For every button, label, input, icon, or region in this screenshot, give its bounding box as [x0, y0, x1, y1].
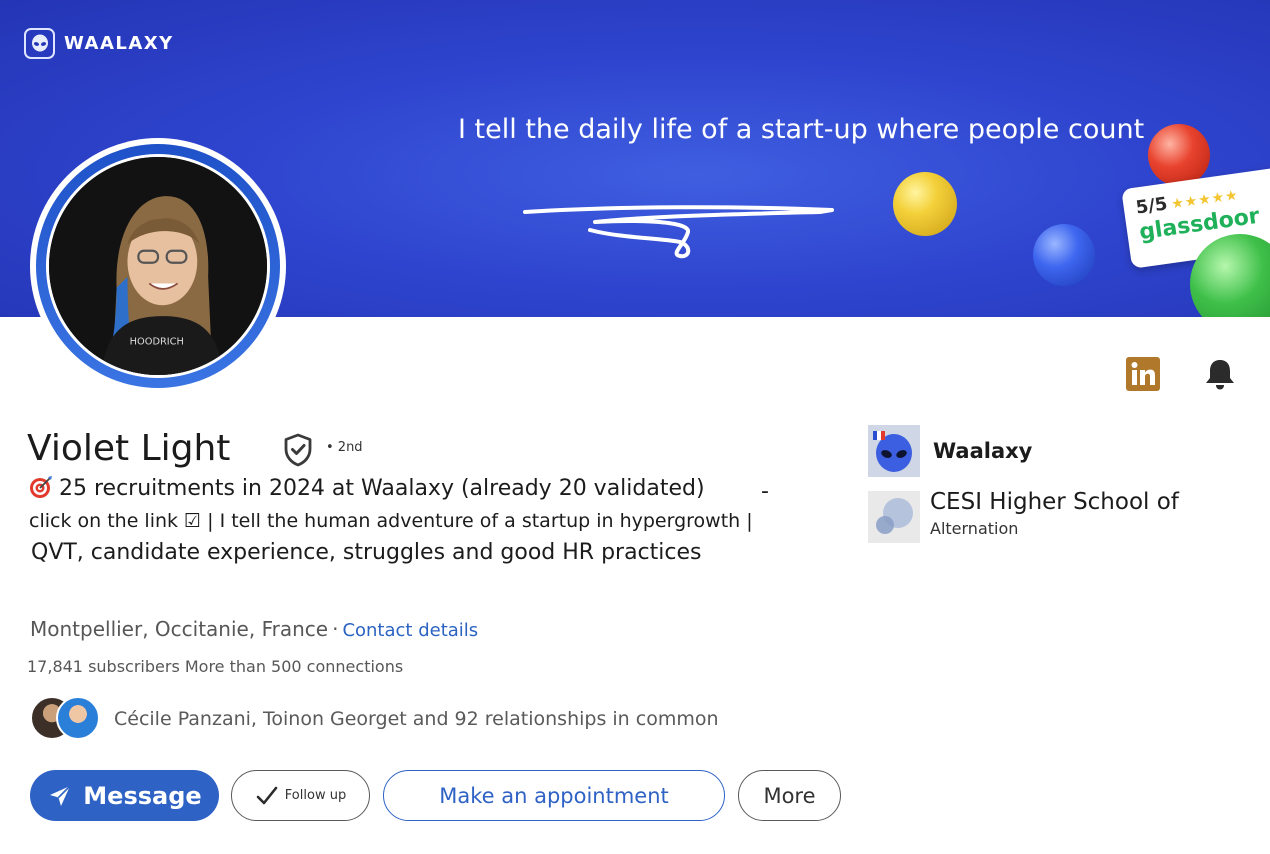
brand: WAALAXY — [24, 28, 174, 59]
mutual-connections[interactable]: Cécile Panzani, Toinon Georget and 92 re… — [30, 696, 719, 742]
location-text: Montpellier, Occitanie, France — [30, 617, 329, 641]
follow-label: Follow up — [284, 788, 347, 803]
profile-photo: HOODRICH — [46, 154, 270, 378]
headline-line-3: QVT, candidate experience, struggles and… — [31, 540, 702, 565]
more-button[interactable]: More — [738, 770, 841, 821]
red-ball-decoration — [1148, 124, 1210, 186]
education-cesi[interactable]: CESI Higher School of Alternation — [868, 489, 1179, 543]
brand-name: WAALAXY — [64, 33, 174, 54]
location-separator: · — [332, 617, 339, 641]
mutual-connections-text: Cécile Panzani, Toinon Georget and 92 re… — [114, 708, 719, 730]
profile-stats[interactable]: 17,841 subscribers More than 500 connect… — [27, 657, 403, 676]
headline-line-1: 25 recruitments in 2024 at Waalaxy (alre… — [59, 476, 705, 501]
waalaxy-alien-icon — [24, 28, 55, 59]
follow-button[interactable]: Follow up — [231, 770, 370, 821]
target-dart-icon — [30, 476, 52, 498]
banner-tagline: I tell the daily life of a start-up wher… — [458, 114, 1145, 145]
contact-details-link[interactable]: Contact details — [342, 620, 478, 641]
make-appointment-button[interactable]: Make an appointment — [383, 770, 725, 821]
message-label: Message — [83, 781, 202, 810]
scribble-underline-icon — [523, 205, 834, 259]
checkmark-icon — [256, 786, 278, 804]
person-portrait-icon: HOODRICH — [49, 157, 267, 375]
linkedin-icon[interactable] — [1126, 357, 1160, 391]
current-company-waalaxy[interactable]: Waalaxy — [868, 425, 1032, 477]
bell-icon[interactable] — [1202, 356, 1238, 392]
cesi-logo-icon — [868, 491, 920, 543]
send-icon — [50, 784, 71, 806]
connection-degree: • 2nd — [326, 440, 363, 455]
yellow-ball-decoration — [893, 172, 957, 236]
rating-score: 5/5 — [1134, 193, 1169, 219]
school-name: CESI Higher School of — [930, 489, 1179, 515]
verified-shield-icon[interactable] — [282, 432, 314, 468]
waalaxy-logo-icon — [868, 425, 920, 477]
headline-line-2: click on the link ☑ | I tell the human a… — [29, 510, 753, 532]
avatar — [56, 696, 100, 740]
profile-avatar[interactable]: HOODRICH — [30, 138, 286, 394]
profile-name: Violet Light — [27, 428, 231, 469]
mutual-avatars — [30, 696, 102, 742]
svg-text:HOODRICH: HOODRICH — [130, 336, 184, 347]
company-name: Waalaxy — [933, 439, 1033, 463]
headline-dash: - — [761, 479, 769, 504]
message-button[interactable]: Message — [30, 770, 219, 821]
blue-ball-decoration — [1033, 224, 1095, 286]
school-name-continued: Alternation — [930, 519, 1019, 538]
profile-location-row: Montpellier, Occitanie, France · Contact d… — [30, 617, 478, 641]
